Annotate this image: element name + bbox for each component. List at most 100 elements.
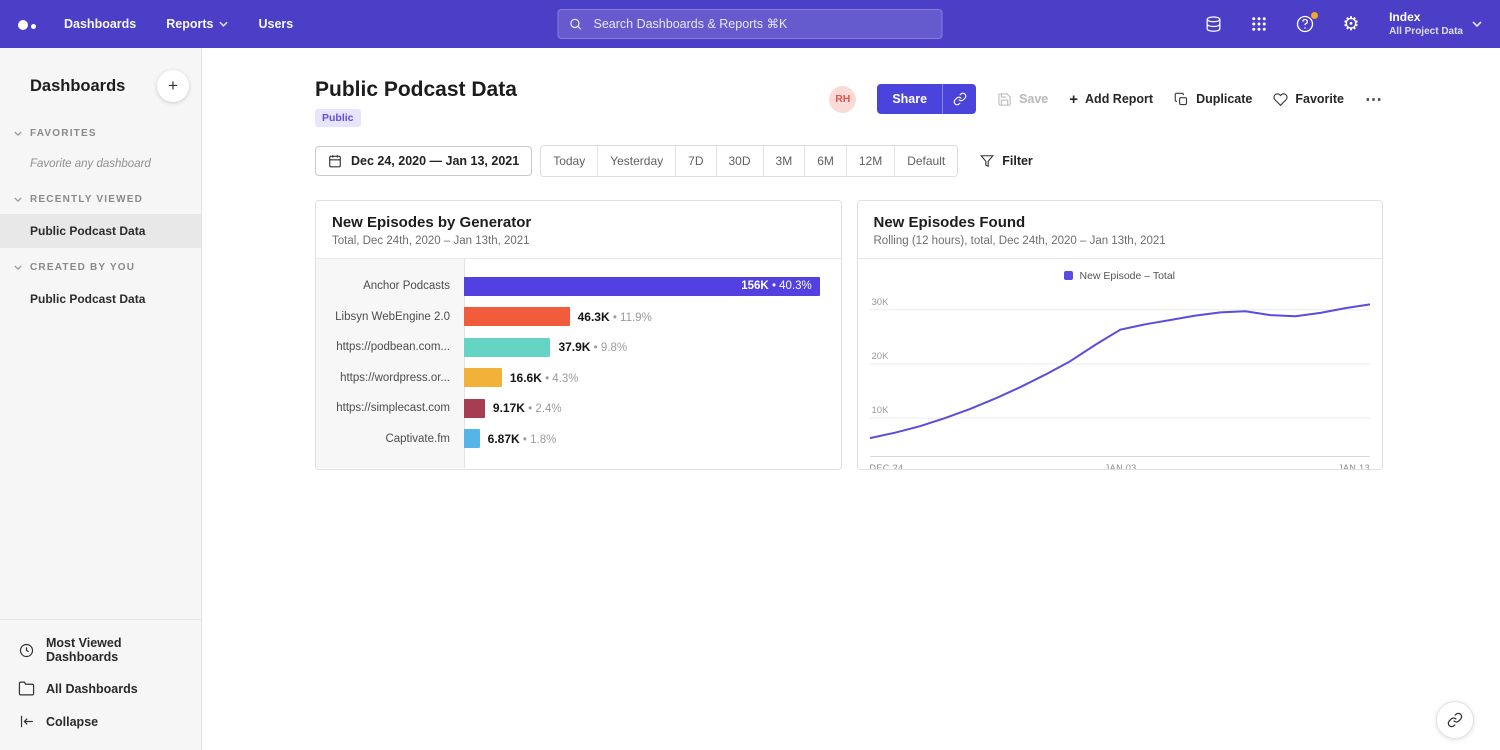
sidebar-section-recently-viewed: RECENTLY VIEWED Public Podcast Data xyxy=(0,184,201,248)
share-button-group: Share xyxy=(877,84,976,114)
bar-category-label: Anchor Podcasts xyxy=(316,280,464,292)
all-dashboards-button[interactable]: All Dashboards xyxy=(0,672,201,705)
section-toggle-favorites[interactable]: FAVORITES xyxy=(0,118,201,148)
favorite-button[interactable]: Favorite xyxy=(1273,92,1344,107)
bar[interactable] xyxy=(464,338,550,357)
data-sources-icon[interactable] xyxy=(1201,12,1225,36)
bar-value-label: 37.9K • 9.8% xyxy=(558,340,627,354)
navbar-right: ⚙ Index All Project Data xyxy=(1201,10,1482,39)
preset-7d[interactable]: 7D xyxy=(676,146,716,176)
bar-chart-card: New Episodes by Generator Total, Dec 24t… xyxy=(315,200,842,470)
floating-link-button[interactable] xyxy=(1436,701,1474,739)
nav-dashboards[interactable]: Dashboards xyxy=(64,17,136,31)
folder-icon xyxy=(18,680,35,697)
bar-row: https://wordpress.or...16.6K • 4.3% xyxy=(316,363,841,394)
preset-6m[interactable]: 6M xyxy=(805,146,847,176)
preset-3m[interactable]: 3M xyxy=(764,146,806,176)
date-range-picker[interactable]: Dec 24, 2020 — Jan 13, 2021 xyxy=(315,146,532,176)
preset-30d[interactable]: 30D xyxy=(717,146,764,176)
gear-icon[interactable]: ⚙ xyxy=(1339,12,1363,36)
date-toolbar: Dec 24, 2020 — Jan 13, 2021 Today Yester… xyxy=(315,145,1383,177)
app-logo[interactable] xyxy=(18,18,36,30)
bar[interactable] xyxy=(464,307,570,326)
line-chart: 10K 20K 30K xyxy=(870,288,1371,457)
top-navbar: Dashboards Reports Users ⚙ Index All Pro… xyxy=(0,0,1500,48)
y-tick-label: 30K xyxy=(872,297,889,308)
favorites-empty-hint: Favorite any dashboard xyxy=(0,148,201,180)
line-chart-svg xyxy=(870,288,1371,456)
preset-12m[interactable]: 12M xyxy=(847,146,895,176)
save-button[interactable]: Save xyxy=(997,92,1048,107)
funnel-icon xyxy=(980,154,994,168)
sidebar-section-created-by-you: CREATED BY YOU Public Podcast Data xyxy=(0,252,201,316)
search-input[interactable] xyxy=(592,16,932,32)
bar-value-label: 46.3K • 11.9% xyxy=(578,310,652,324)
collapse-sidebar-button[interactable]: Collapse xyxy=(0,705,201,738)
x-tick-label: DEC 24 xyxy=(870,463,904,470)
help-icon[interactable] xyxy=(1293,12,1317,36)
copy-icon xyxy=(1174,92,1189,107)
logo-dot-icon xyxy=(31,24,36,29)
project-name: Index xyxy=(1389,10,1463,26)
chevron-down-icon xyxy=(219,21,228,27)
preset-default[interactable]: Default xyxy=(895,146,957,176)
share-link-button[interactable] xyxy=(942,84,976,114)
y-tick-label: 10K xyxy=(872,405,889,416)
most-viewed-dashboards-button[interactable]: Most Viewed Dashboards xyxy=(0,628,201,672)
section-toggle-recently-viewed[interactable]: RECENTLY VIEWED xyxy=(0,184,201,214)
apps-grid-icon[interactable] xyxy=(1247,12,1271,36)
header-actions: RH Share Save + Add Report xyxy=(829,84,1383,114)
sidebar-section-favorites: FAVORITES Favorite any dashboard xyxy=(0,118,201,180)
bar[interactable] xyxy=(464,368,502,387)
save-icon xyxy=(997,92,1012,107)
bar[interactable]: 156K • 40.3% xyxy=(464,277,820,296)
sidebar-item-public-podcast-data[interactable]: Public Podcast Data xyxy=(0,282,201,316)
bar-value-label: 16.6K • 4.3% xyxy=(510,371,579,385)
chevron-down-icon xyxy=(1472,21,1482,27)
bar-category-label: https://simplecast.com xyxy=(316,402,464,414)
legend-swatch xyxy=(1064,271,1073,280)
bar-chart: Anchor Podcasts 156K • 40.3% Libsyn WebEng… xyxy=(316,259,841,468)
duplicate-button[interactable]: Duplicate xyxy=(1174,92,1252,107)
clock-icon xyxy=(18,642,35,659)
bar-row: Anchor Podcasts 156K • 40.3% xyxy=(316,271,841,302)
filter-button[interactable]: Filter xyxy=(980,154,1033,168)
share-button[interactable]: Share xyxy=(877,84,942,114)
chevron-down-icon xyxy=(14,265,22,270)
project-subtitle: All Project Data xyxy=(1389,25,1463,38)
sidebar: Dashboards + FAVORITES Favorite any dash… xyxy=(0,48,202,750)
bar[interactable] xyxy=(464,399,485,418)
bar[interactable] xyxy=(464,429,480,448)
nav-users[interactable]: Users xyxy=(258,17,293,31)
sidebar-item-public-podcast-data[interactable]: Public Podcast Data xyxy=(0,214,201,248)
main-content: Public Podcast Data Public RH Share Save xyxy=(202,48,1500,750)
preset-yesterday[interactable]: Yesterday xyxy=(598,146,676,176)
more-menu-button[interactable]: ⋯ xyxy=(1365,91,1383,108)
chart-title: New Episodes by Generator xyxy=(332,214,825,231)
plus-icon: + xyxy=(168,76,178,96)
add-report-button[interactable]: + Add Report xyxy=(1069,92,1153,107)
chevron-down-icon xyxy=(14,131,22,136)
plus-icon: + xyxy=(1069,92,1078,107)
chart-subtitle: Total, Dec 24th, 2020 – Jan 13th, 2021 xyxy=(332,235,825,247)
legend-label: New Episode – Total xyxy=(1079,270,1175,282)
search-icon xyxy=(569,17,583,31)
section-toggle-created-by-you[interactable]: CREATED BY YOU xyxy=(0,252,201,282)
project-switcher[interactable]: Index All Project Data xyxy=(1389,10,1482,39)
x-axis-ticks: DEC 24 JAN 03 JAN 13 xyxy=(870,457,1371,470)
bar-value-label: 156K • 40.3% xyxy=(741,280,812,292)
global-search[interactable] xyxy=(558,9,943,39)
nav-reports-label: Reports xyxy=(166,17,213,31)
add-dashboard-button[interactable]: + xyxy=(157,70,189,102)
nav-reports[interactable]: Reports xyxy=(166,17,228,31)
chart-legend: New Episode – Total xyxy=(870,268,1371,283)
calendar-icon xyxy=(328,154,342,168)
bar-category-label: Libsyn WebEngine 2.0 xyxy=(316,311,464,323)
link-icon xyxy=(1447,712,1463,728)
x-tick-label: JAN 13 xyxy=(1338,463,1370,470)
preset-today[interactable]: Today xyxy=(541,146,598,176)
avatar[interactable]: RH xyxy=(829,86,856,113)
y-tick-label: 20K xyxy=(872,351,889,362)
chart-title: New Episodes Found xyxy=(874,214,1367,231)
x-tick-label: JAN 03 xyxy=(1105,463,1137,470)
